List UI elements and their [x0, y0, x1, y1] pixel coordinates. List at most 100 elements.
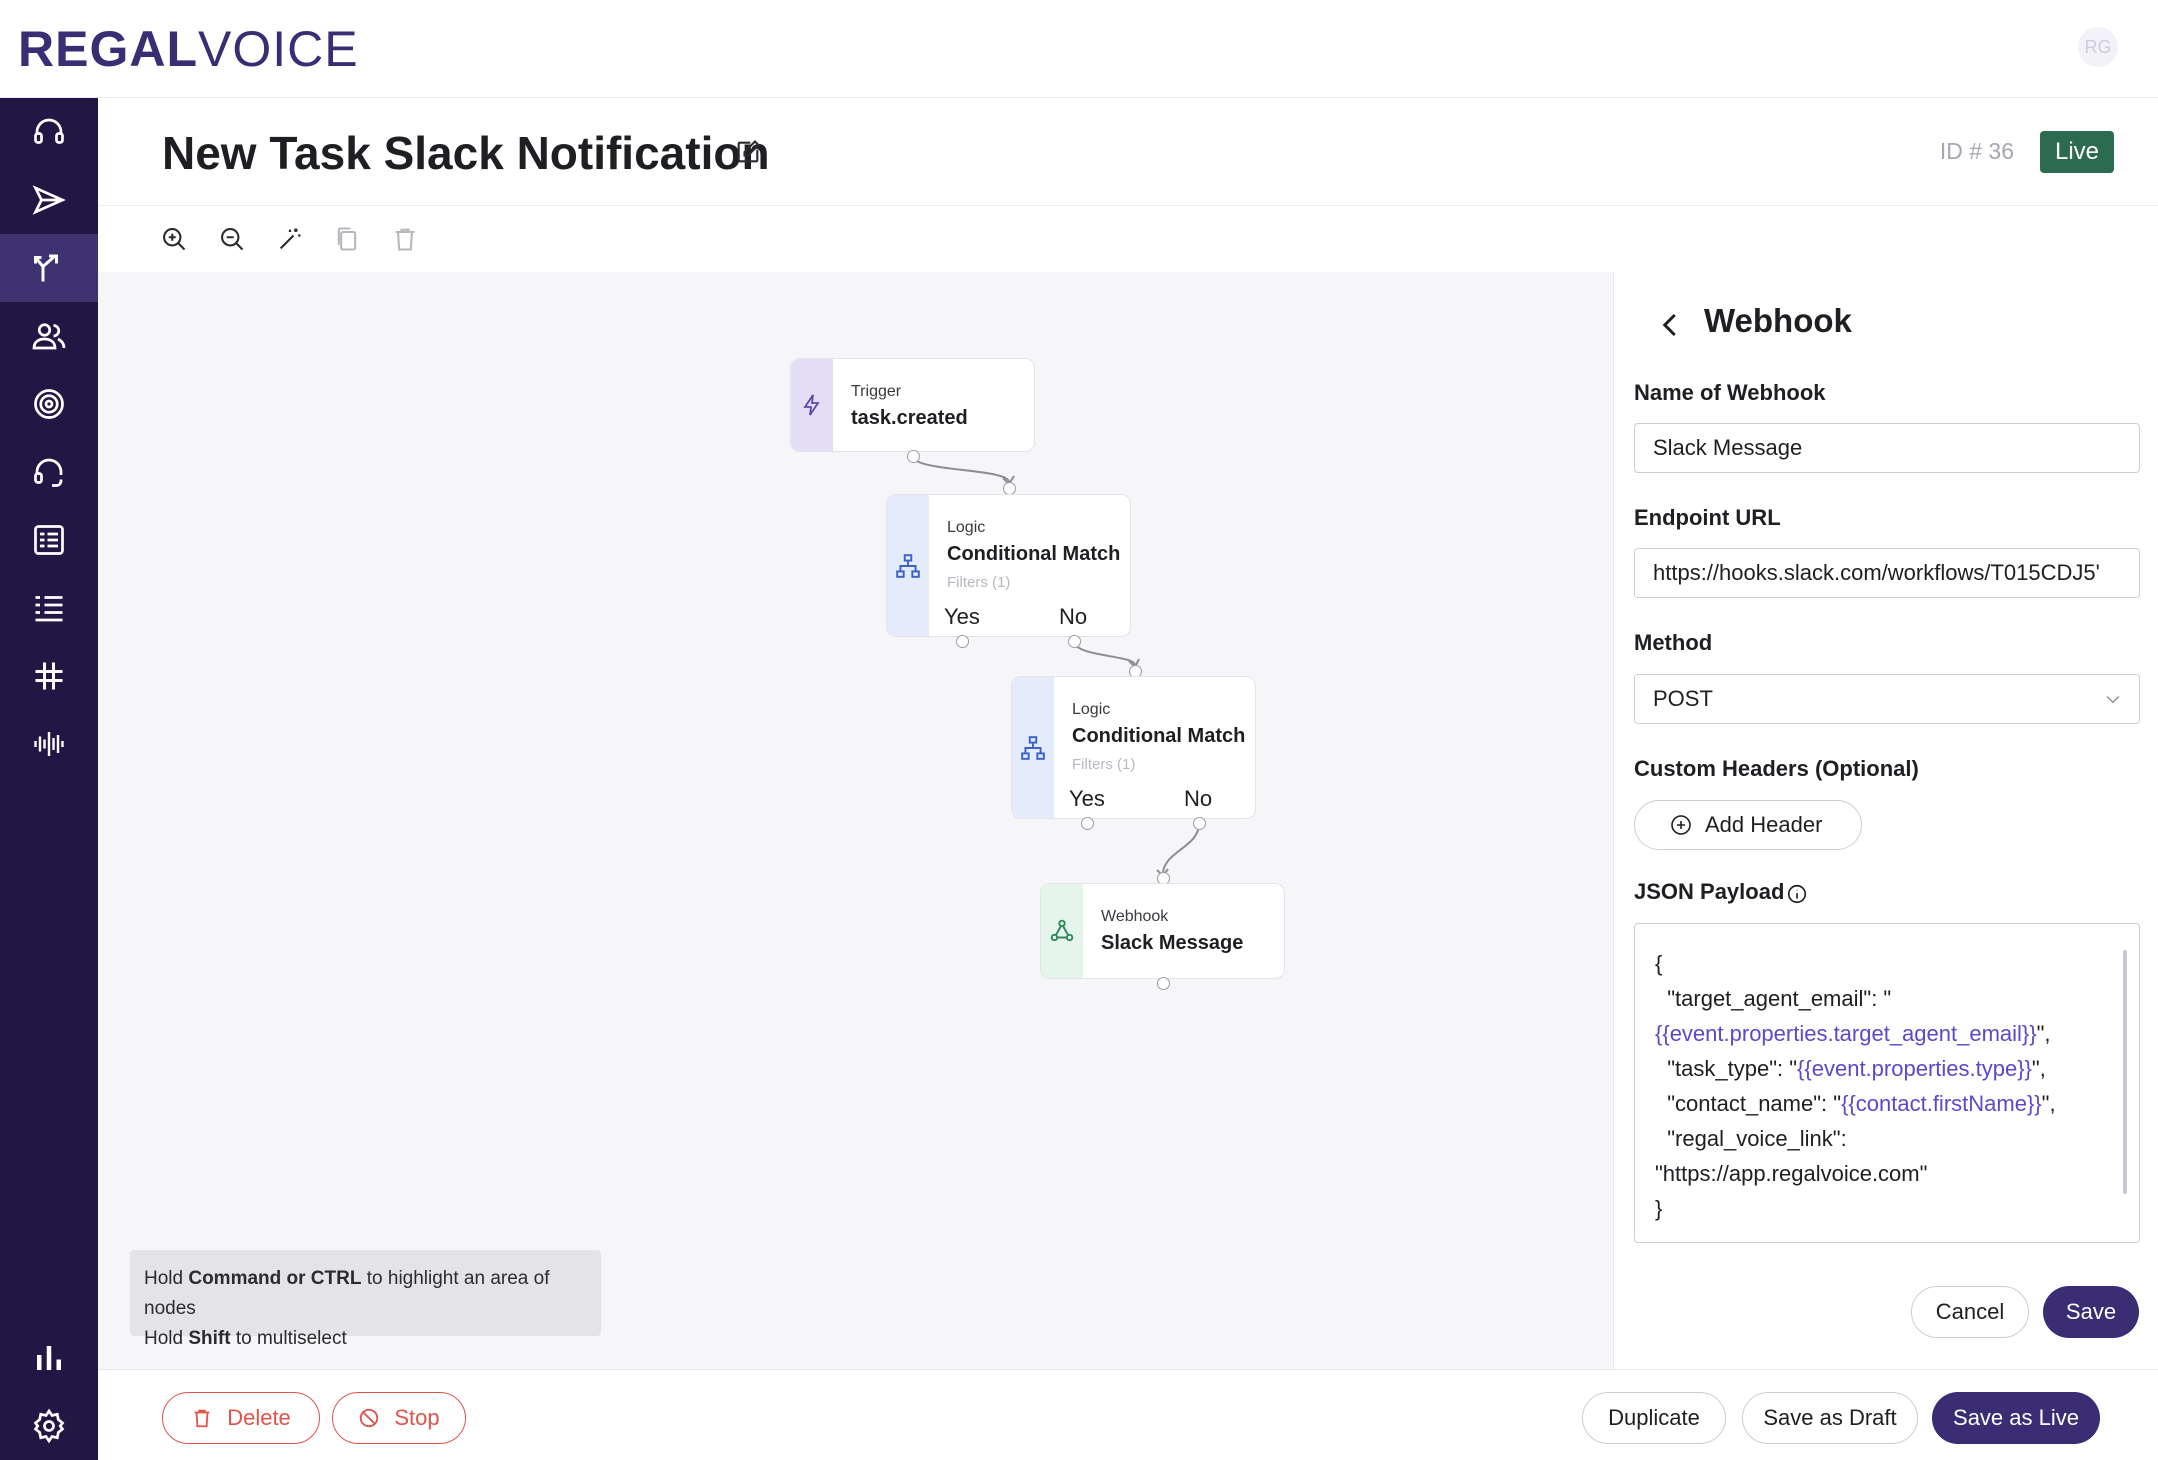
- webhook-panel: Webhook Name of Webhook Slack Message En…: [1613, 272, 2158, 1369]
- canvas-hint: Hold Command or CTRL to highlight an are…: [130, 1250, 601, 1349]
- info-icon[interactable]: [1786, 883, 1808, 905]
- sidebar-item-headset[interactable]: [0, 98, 98, 166]
- sidebar-item-journeys[interactable]: [0, 234, 98, 302]
- node-name: Conditional Match: [1072, 725, 1246, 747]
- json-line: "https://app.regalvoice.com": [1655, 1161, 1928, 1186]
- sidebar-item-audio[interactable]: [0, 710, 98, 778]
- logic-strip: [887, 495, 929, 636]
- node-port-no[interactable]: [1193, 817, 1206, 830]
- stop-button[interactable]: Stop: [332, 1392, 466, 1444]
- node-type: Logic: [947, 519, 986, 536]
- node-name: task.created: [851, 407, 968, 429]
- delete-button[interactable]: Delete: [162, 1392, 320, 1444]
- headers-label: Custom Headers (Optional): [1634, 756, 1919, 781]
- json-line: {: [1655, 951, 1663, 976]
- sidebar-item-send[interactable]: [0, 166, 98, 234]
- save-button[interactable]: Save: [2043, 1286, 2139, 1338]
- edge-logic1-logic2: [1073, 640, 1136, 666]
- branch-no-label: No: [1184, 786, 1213, 811]
- zoom-out-button[interactable]: [215, 222, 249, 256]
- sidebar-item-forms[interactable]: [0, 506, 98, 574]
- json-line: "regal_voice_link":: [1655, 1126, 1847, 1151]
- method-label: Method: [1634, 630, 1713, 655]
- auto-layout-button[interactable]: [273, 222, 307, 256]
- endpoint-url-input[interactable]: https://hooks.slack.com/workflows/T015CD…: [1634, 548, 2140, 598]
- settings-icon: [33, 1408, 65, 1444]
- sidebar-item-settings[interactable]: [0, 1392, 98, 1460]
- sidebar-item-lists[interactable]: [0, 574, 98, 642]
- node-type: Trigger: [851, 383, 902, 400]
- bottom-action-bar: Delete Stop Duplicate Save as Draft Save…: [98, 1369, 2158, 1460]
- logic-node[interactable]: Logic Conditional Match Filters (1) Yes …: [886, 494, 1131, 637]
- add-header-label: Add Header: [1705, 812, 1823, 837]
- hint-line: Hold Command or CTRL to highlight an are…: [144, 1268, 550, 1319]
- webhook-node[interactable]: Webhook Slack Message: [1040, 883, 1285, 979]
- payload-label: JSON Payload: [1634, 879, 1785, 904]
- cancel-button[interactable]: Cancel: [1911, 1286, 2029, 1338]
- delete-node-button[interactable]: [388, 222, 422, 256]
- edit-icon[interactable]: [734, 138, 762, 166]
- branch-icon: [896, 553, 920, 578]
- target-icon: [34, 389, 64, 419]
- sidebar-item-target[interactable]: [0, 370, 98, 438]
- webhook-strip: [1041, 884, 1083, 978]
- node-filters: Filters (1): [1072, 756, 1136, 773]
- node-name: Conditional Match: [947, 543, 1121, 565]
- webhook-name-input[interactable]: Slack Message: [1634, 423, 2140, 473]
- json-payload-editor[interactable]: { "target_agent_email": " {{event.proper…: [1634, 923, 2140, 1243]
- zoom-out-icon: [221, 228, 244, 251]
- block-icon: [360, 1408, 379, 1428]
- node-port-yes[interactable]: [956, 635, 969, 648]
- back-icon[interactable]: [1656, 308, 1686, 342]
- flow-canvas[interactable]: Trigger task.created Logic Conditional M…: [98, 272, 1613, 1369]
- branch-no-label: No: [1059, 604, 1088, 629]
- save-live-button[interactable]: Save as Live: [1932, 1392, 2100, 1444]
- sidebar-item-hashtags[interactable]: [0, 642, 98, 710]
- status-badge: Live: [2039, 131, 2114, 173]
- sidebar-item-analytics[interactable]: [0, 1324, 98, 1392]
- regalvoice-logo[interactable]: REGALVOICE: [18, 20, 359, 78]
- node-port[interactable]: [1157, 977, 1170, 990]
- send-icon: [32, 185, 66, 215]
- add-header-button[interactable]: Add Header: [1634, 800, 1862, 850]
- sidebar-item-agents[interactable]: [0, 438, 98, 506]
- zoom-in-icon: [163, 228, 186, 251]
- logic-node[interactable]: Logic Conditional Match Filters (1) Yes …: [1011, 676, 1256, 819]
- sidebar-item-contacts[interactable]: [0, 302, 98, 370]
- lightning-icon: [803, 394, 820, 416]
- agent-icon: [34, 458, 63, 487]
- method-select[interactable]: POST: [1634, 674, 2140, 724]
- zoom-in-button[interactable]: [157, 222, 191, 256]
- json-line: "contact_name": "{{contact.firstName}}",: [1655, 1091, 2056, 1116]
- trash-icon: [194, 1409, 210, 1428]
- avatar[interactable]: RG: [2078, 27, 2118, 67]
- journey-icon: [34, 254, 58, 282]
- json-scrollbar[interactable]: [2123, 950, 2127, 1194]
- edge-logic2-webhook: [1162, 823, 1200, 875]
- save-draft-button[interactable]: Save as Draft: [1742, 1392, 1918, 1444]
- edge-trigger-logic1: [912, 455, 1010, 483]
- trigger-node[interactable]: Trigger task.created: [790, 358, 1035, 452]
- list-icon: [35, 596, 63, 622]
- copy-button[interactable]: [330, 222, 364, 256]
- node-type: Webhook: [1101, 908, 1169, 925]
- node-type: Logic: [1072, 701, 1111, 718]
- plus-circle-icon: [1671, 815, 1691, 835]
- node-port[interactable]: [907, 450, 920, 463]
- json-line: }: [1655, 1196, 1663, 1221]
- stop-label: Stop: [394, 1405, 440, 1430]
- hashtag-icon: [35, 662, 63, 690]
- logic-strip: [1012, 677, 1054, 818]
- sidebar: [0, 98, 98, 1460]
- node-port-no[interactable]: [1068, 635, 1081, 648]
- duplicate-button[interactable]: Duplicate: [1582, 1392, 1726, 1444]
- chevron-down-icon: [2106, 696, 2120, 704]
- json-line: "target_agent_email": ": [1655, 986, 1892, 1011]
- node-filters: Filters (1): [947, 574, 1011, 591]
- flow-id: ID # 36: [1939, 138, 2014, 164]
- analytics-icon: [37, 1346, 61, 1370]
- top-bar: REGALVOICE RG: [0, 0, 2158, 98]
- node-port-yes[interactable]: [1081, 817, 1094, 830]
- branch-yes-label: Yes: [1069, 786, 1105, 811]
- node-name: Slack Message: [1101, 932, 1244, 954]
